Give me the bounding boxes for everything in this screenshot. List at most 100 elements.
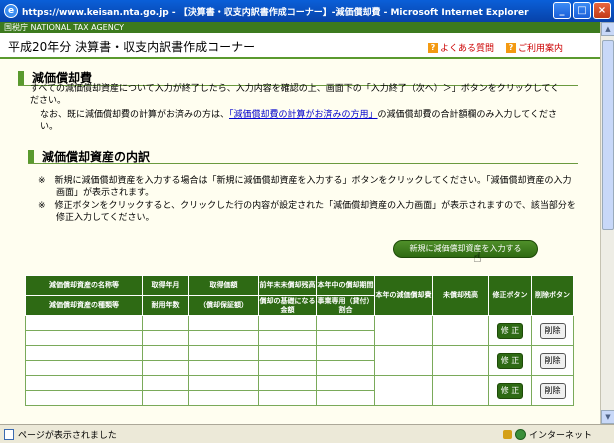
cell <box>316 345 375 361</box>
cell <box>374 375 433 406</box>
delete-button[interactable]: 削除 <box>539 382 566 399</box>
cell <box>188 315 259 331</box>
cell <box>258 360 317 376</box>
cell <box>142 330 189 346</box>
cell <box>316 390 375 406</box>
window-titlebar: e https://www.keisan.nta.go.jp - 【決算書・収支… <box>0 0 614 22</box>
header-ratio: 事業専用（貸付）割合 <box>316 295 375 316</box>
cell: 修 正 <box>488 345 532 376</box>
page-content: 国税庁 NATIONAL TAX AGENCY 平成20年分 決算書・収支内訳書… <box>0 22 600 424</box>
cell <box>316 360 375 376</box>
guide-link[interactable]: ? ご利用案内 <box>506 41 563 54</box>
guide-label: ご利用案内 <box>518 44 564 54</box>
ie-icon: e <box>4 4 18 18</box>
cell <box>188 375 259 391</box>
cell <box>188 345 259 361</box>
note1: ※ 新規に減価償却資産を入力する場合は「新規に減価償却資産を入力する」ボタンをク… <box>38 176 572 198</box>
cell <box>258 390 317 406</box>
window-title: https://www.keisan.nta.go.jp - 【決算書・収支内訳… <box>22 7 529 18</box>
vertical-scrollbar[interactable]: ▲ ▼ <box>600 22 614 424</box>
cell <box>258 345 317 361</box>
header-edit: 修正ボタン <box>488 275 532 316</box>
cell <box>142 375 189 391</box>
header-life: 耐用年数 <box>142 295 189 316</box>
cell <box>142 315 189 331</box>
maximize-button[interactable]: □ <box>573 2 591 19</box>
globe-icon <box>515 429 526 440</box>
cell <box>316 315 375 331</box>
divider <box>28 163 578 164</box>
cell <box>25 375 143 391</box>
cell <box>25 330 143 346</box>
status-text: ページが表示されました <box>18 430 117 441</box>
header-date: 取得年月 <box>142 275 189 296</box>
edit-button[interactable]: 修 正 <box>497 382 523 399</box>
edit-button[interactable]: 修 正 <box>497 322 523 339</box>
header-name: 減価償却資産の名称等 <box>25 275 143 296</box>
cell <box>188 390 259 406</box>
page-loaded-icon <box>4 428 14 440</box>
cell <box>316 330 375 346</box>
close-button[interactable]: × <box>593 2 611 19</box>
cell: 削除 <box>531 375 574 406</box>
minimize-button[interactable]: _ <box>553 2 571 19</box>
page-title: 平成20年分 決算書・収支内訳書作成コーナー <box>8 40 256 54</box>
para2-text-pre: なお、既に減価償却費の計算がお済みの方は、 <box>40 110 230 120</box>
page-header: 平成20年分 決算書・収支内訳書作成コーナー ? よくある質問 ? ご利用案内 <box>0 33 600 59</box>
header-months: 本年中の償却期間 <box>316 275 375 296</box>
heading-bar <box>18 70 24 85</box>
cell <box>316 375 375 391</box>
scroll-up-icon[interactable]: ▲ <box>601 22 614 36</box>
edit-button[interactable]: 修 正 <box>497 352 523 369</box>
cell: 削除 <box>531 345 574 376</box>
cell <box>258 330 317 346</box>
table-row: 修 正 削除 <box>25 345 574 376</box>
header-prior-unamortized: 前年末未償却残高 <box>258 275 317 296</box>
cell: 修 正 <box>488 375 532 406</box>
cell <box>25 315 143 331</box>
new-asset-button[interactable]: 新規に減価償却資産を入力する <box>393 240 538 258</box>
instruction-para2: なお、既に減価償却費の計算がお済みの方は、「減価償却費の計算がお済みの方用」の減… <box>40 109 570 133</box>
question-icon: ? <box>428 42 438 53</box>
zone-label: インターネット <box>529 431 593 441</box>
delete-button[interactable]: 削除 <box>539 352 566 369</box>
cell <box>258 375 317 391</box>
cell <box>25 345 143 361</box>
faq-link[interactable]: ? よくある質問 <box>428 41 494 54</box>
cell <box>374 315 433 346</box>
cell <box>432 315 489 346</box>
cell <box>432 345 489 376</box>
security-zone: インターネット <box>503 428 592 441</box>
header-remaining: 未償却残高 <box>432 275 489 316</box>
cell <box>142 345 189 361</box>
delete-button[interactable]: 削除 <box>539 322 566 339</box>
cell <box>142 360 189 376</box>
instruction-para1: すべての減価償却資産について入力が終了したら、入力内容を確認の上、画面下の「入力… <box>30 84 560 106</box>
cell <box>25 360 143 376</box>
note2: ※ 修正ボタンをクリックすると、クリックした行の内容が設定された「減価償却資産の… <box>38 201 576 223</box>
asset-table: 減価償却資産の名称等 取得年月 取得価額 前年末未償却残高 本年中の償却期間 本… <box>25 275 574 406</box>
already-calculated-link[interactable]: 「減価償却費の計算がお済みの方用」 <box>229 110 378 120</box>
cell <box>142 390 189 406</box>
cell: 修 正 <box>488 315 532 346</box>
question-icon: ? <box>506 42 516 53</box>
table-row: 修 正 削除 <box>25 315 574 346</box>
scroll-thumb[interactable] <box>602 40 614 230</box>
cell <box>374 345 433 376</box>
lock-icon <box>503 430 512 439</box>
cell <box>258 315 317 331</box>
header-base: 償却の基礎になる金額 <box>258 295 317 316</box>
heading-bar <box>28 149 34 164</box>
header-row-1: 減価償却資産の名称等 取得年月 取得価額 前年末未償却残高 本年中の償却期間 本… <box>25 275 574 316</box>
header-cost: 取得価額 <box>188 275 259 296</box>
cell <box>25 390 143 406</box>
agency-bar: 国税庁 NATIONAL TAX AGENCY <box>0 22 600 33</box>
cell <box>432 375 489 406</box>
cell <box>188 360 259 376</box>
status-bar: ページが表示されました インターネット <box>0 424 614 443</box>
scroll-down-icon[interactable]: ▼ <box>601 410 614 424</box>
faq-label: よくある質問 <box>440 44 495 54</box>
header-delete: 削除ボタン <box>531 275 574 316</box>
table-row: 修 正 削除 <box>25 375 574 406</box>
cell: 削除 <box>531 315 574 346</box>
